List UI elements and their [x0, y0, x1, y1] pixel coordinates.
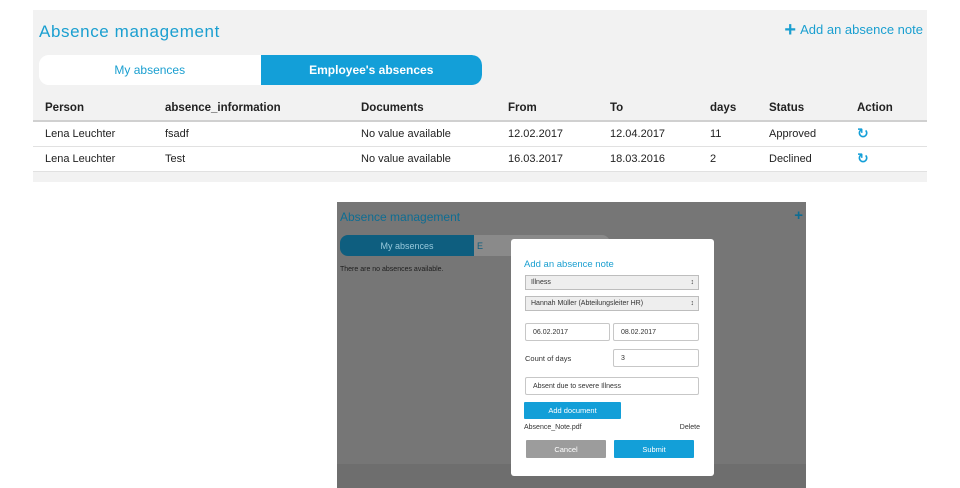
empty-state-text: There are no absences available. [340, 266, 444, 273]
cell-absence-information: fsadf [165, 128, 189, 140]
count-of-days-label: Count of days [525, 354, 572, 363]
column-header-status[interactable]: Status [757, 102, 845, 114]
delete-file-link[interactable]: Delete [680, 424, 700, 431]
cancel-button[interactable]: Cancel [526, 440, 606, 458]
absence-management-panel: Absence management + Add an absence note… [33, 10, 927, 182]
absence-tabs: My absences Employee's absences [39, 55, 482, 85]
column-header-from[interactable]: From [496, 102, 598, 114]
plus-icon: + [784, 18, 797, 41]
cell-person: Lena Leuchter [45, 153, 116, 165]
select-arrows-icon: ↕ [690, 279, 695, 286]
from-date-field[interactable]: 06.02.2017 [525, 323, 610, 341]
column-header-person[interactable]: Person [33, 102, 153, 114]
cell-action: ↻ [845, 127, 927, 141]
column-header-days[interactable]: days [698, 102, 757, 114]
add-document-button[interactable]: Add document [524, 402, 621, 419]
column-header-absence-information[interactable]: absence_information [153, 102, 349, 114]
tab-my-absences[interactable]: My absences [39, 55, 261, 85]
submit-button[interactable]: Submit [614, 440, 694, 458]
cell-person: Lena Leuchter [45, 128, 116, 140]
column-header-action: Action [857, 102, 893, 114]
add-absence-note-label: Add an absence note [800, 22, 923, 37]
table-header-row: Person absence_information Documents Fro… [33, 96, 927, 122]
dialog-title: Add an absence note [524, 259, 614, 270]
cell-days: 2 [710, 153, 717, 165]
refresh-icon[interactable]: ↻ [857, 127, 869, 141]
cell-documents: No value available [361, 153, 451, 165]
column-header-to[interactable]: To [598, 102, 698, 114]
page-title: Absence management [39, 22, 220, 41]
cell-days: 11 [710, 128, 722, 140]
plus-icon[interactable]: + [794, 207, 803, 224]
cell-from: 16.03.2017 [508, 153, 564, 165]
cell-to: 18.03.2016 [610, 153, 666, 165]
select-arrows-icon: ↕ [690, 300, 695, 307]
refresh-icon[interactable]: ↻ [857, 152, 869, 166]
mobile-page-title: Absence management [340, 210, 461, 224]
cell-to: 12.04.2017 [610, 128, 666, 140]
tab-employees-absences[interactable]: Employee's absences [260, 55, 482, 85]
absence-type-select[interactable]: Illness ↕ [525, 275, 699, 290]
cell-status: Declined [769, 153, 812, 165]
count-of-days-field[interactable]: 3 [613, 349, 699, 367]
approver-select[interactable]: Hannah Müller (Abteilungsleiter HR) ↕ [525, 296, 699, 311]
add-absence-note-button[interactable]: + Add an absence note [784, 18, 923, 41]
cell-status: Approved [769, 128, 817, 140]
cell-documents: No value available [361, 128, 451, 140]
table-row: Lena Leuchter Test No value available 16… [33, 147, 927, 172]
cell-from: 12.02.2017 [508, 128, 564, 140]
attached-file-name: Absence_Note.pdf [524, 424, 582, 431]
cell-action: ↻ [845, 152, 927, 166]
column-header-documents[interactable]: Documents [349, 102, 496, 114]
absence-type-value: Illness [531, 279, 551, 286]
table-row: Lena Leuchter fsadf No value available 1… [33, 122, 927, 147]
to-date-field[interactable]: 08.02.2017 [613, 323, 699, 341]
reason-field[interactable]: Absent due to severe Illness [525, 377, 699, 395]
mobile-tab-my-absences[interactable]: My absences [340, 235, 474, 256]
absences-table: Person absence_information Documents Fro… [33, 96, 927, 172]
add-absence-note-dialog: Add an absence note Illness ↕ Hannah Mül… [511, 239, 714, 476]
approver-value: Hannah Müller (Abteilungsleiter HR) [531, 300, 644, 307]
cell-absence-information: Test [165, 153, 186, 165]
